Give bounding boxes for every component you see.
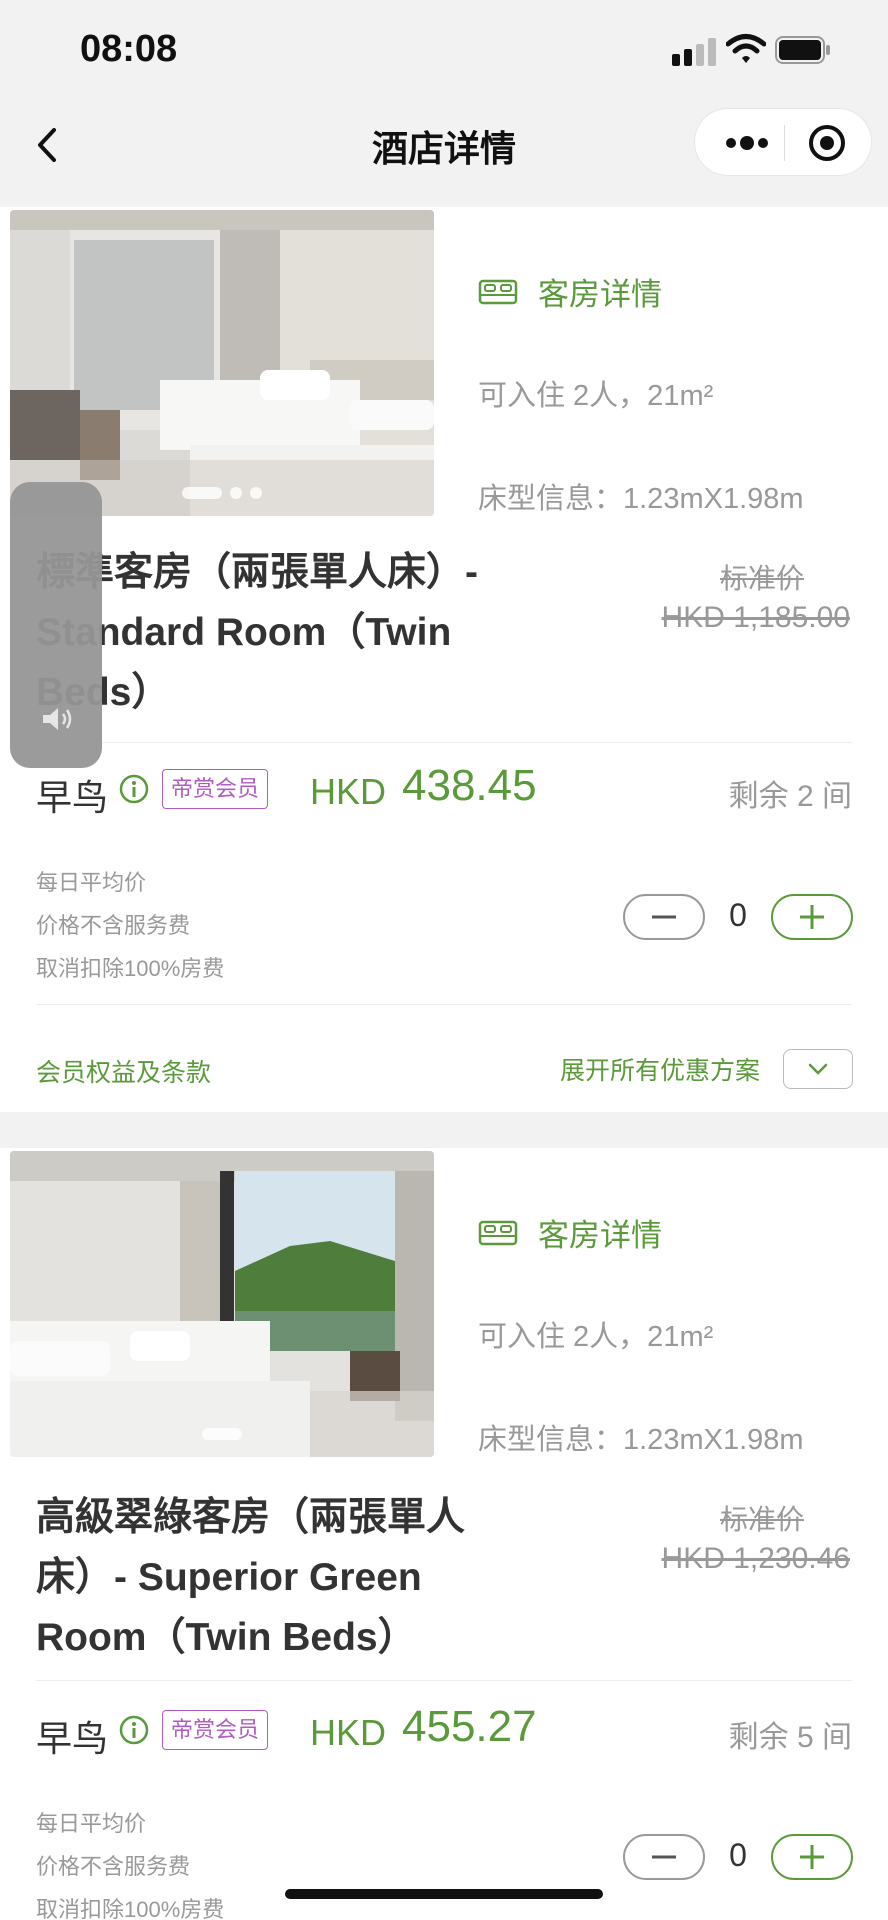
room-bed-info: 床型信息：1.23mX1.98m (478, 483, 804, 515)
room-photo[interactable] (10, 210, 434, 516)
plus-icon (800, 905, 824, 929)
home-indicator (285, 1889, 603, 1899)
pagination-dot (230, 486, 242, 499)
room-bed-info: 床型信息：1.23mX1.98m (478, 1424, 804, 1456)
nav-bar: 酒店详情 (0, 100, 888, 210)
divider (36, 1680, 852, 1681)
bed-icon (478, 1220, 518, 1245)
room-occupancy: 可入住 2人，21m² (478, 1321, 714, 1353)
room-details-label: 客房详情 (538, 1218, 662, 1253)
note-cancellation: 取消扣除100%房费 (36, 1897, 225, 1920)
wifi-icon (726, 34, 766, 63)
chevron-down-icon (808, 1063, 828, 1075)
photo-pagination (10, 1425, 434, 1443)
status-bar: 08:08 (0, 0, 888, 100)
menu-capsule (694, 108, 872, 176)
status-time: 08:08 (80, 28, 178, 70)
battery-icon (775, 36, 830, 64)
room-name-line: Standard Room（Twin (36, 611, 452, 654)
divider (36, 1004, 852, 1005)
info-icon[interactable] (118, 773, 150, 805)
room-quantity: 0 (729, 897, 747, 933)
decrease-button[interactable] (623, 894, 705, 940)
note-average: 每日平均价 (36, 1811, 147, 1836)
room-name: 標準客房（兩張單人床）- Standard Room（Twin Beds） (36, 543, 576, 723)
target-icon[interactable] (807, 123, 847, 163)
room-name-line: Beds） (36, 671, 171, 714)
room-occupancy: 可入住 2人，21m² (478, 380, 714, 412)
room-name: 高級翠綠客房（兩張單人 床）- Superior Green Room（Twin… (36, 1488, 576, 1668)
room-details-link[interactable]: 客房详情 (478, 269, 662, 314)
divider (36, 742, 852, 743)
info-icon[interactable] (118, 1714, 150, 1746)
member-badge: 帝赏会员 (162, 1710, 269, 1750)
room-name-line: Room（Twin Beds） (36, 1616, 417, 1659)
standard-price: HKD 1,230.46 (661, 1542, 850, 1575)
rate-row: 早鸟 帝赏会员 HKD 455.27 剩余 5 间 (36, 1700, 852, 1770)
price-value: 438.45 (402, 761, 537, 810)
increase-button[interactable] (771, 1834, 853, 1880)
rooms-remaining: 剩余 2 间 (728, 780, 852, 813)
room-card: 客房详情 可入住 2人，21m² 床型信息：1.23mX1.98m 標準客房（兩… (0, 207, 888, 1112)
audio-overlay[interactable] (10, 482, 102, 768)
room-quantity: 0 (729, 1837, 747, 1873)
room-details-label: 客房详情 (538, 277, 662, 312)
note-average: 每日平均价 (36, 870, 147, 895)
increase-button[interactable] (771, 894, 853, 940)
standard-price-label: 标准价 (719, 1504, 804, 1535)
room-photo-image (10, 210, 434, 516)
minus-icon (652, 915, 676, 919)
room-name-line: 標準客房（兩張單人床）- (36, 551, 478, 594)
rate-name: 早鸟 (36, 777, 109, 818)
rate-name: 早鸟 (36, 1718, 109, 1759)
room-photo-image (10, 1151, 434, 1457)
more-icon[interactable] (717, 129, 777, 157)
pagination-dot (182, 486, 222, 499)
room-card: 客房详情 可入住 2人，21m² 床型信息：1.23mX1.98m 高級翠綠客房… (0, 1148, 888, 1920)
pagination-dot (202, 1427, 242, 1440)
note-service-fee: 价格不含服务费 (36, 913, 191, 938)
note-service-fee: 价格不含服务费 (36, 1854, 191, 1879)
signal-icon (672, 38, 716, 66)
room-photo[interactable] (10, 1151, 434, 1457)
plus-icon (800, 1845, 824, 1869)
price-currency: HKD (310, 1712, 387, 1753)
standard-price: HKD 1,185.00 (661, 601, 850, 634)
price-value: 455.27 (402, 1702, 537, 1751)
bed-icon (478, 279, 518, 304)
note-cancellation: 取消扣除100%房费 (36, 956, 225, 981)
decrease-button[interactable] (623, 1834, 705, 1880)
rate-row: 早鸟 帝赏会员 HKD 438.45 剩余 2 间 (36, 759, 852, 829)
standard-price-label: 标准价 (719, 563, 804, 594)
minus-icon (652, 1855, 676, 1859)
expand-offers-link[interactable]: 展开所有优惠方案 (560, 1051, 760, 1087)
member-terms-link[interactable]: 会员权益及条款 (36, 1053, 211, 1089)
room-details-link[interactable]: 客房详情 (478, 1210, 662, 1255)
speaker-icon (43, 708, 72, 730)
member-badge: 帝赏会员 (162, 769, 269, 809)
capsule-divider (784, 125, 785, 161)
rooms-remaining: 剩余 5 间 (728, 1721, 852, 1754)
expand-offers-button[interactable] (783, 1049, 853, 1089)
pagination-dot (250, 486, 262, 499)
room-name-line: 床）- Superior Green (36, 1556, 422, 1599)
price-currency: HKD (310, 771, 387, 812)
room-name-line: 高級翠綠客房（兩張單人 (36, 1496, 466, 1539)
